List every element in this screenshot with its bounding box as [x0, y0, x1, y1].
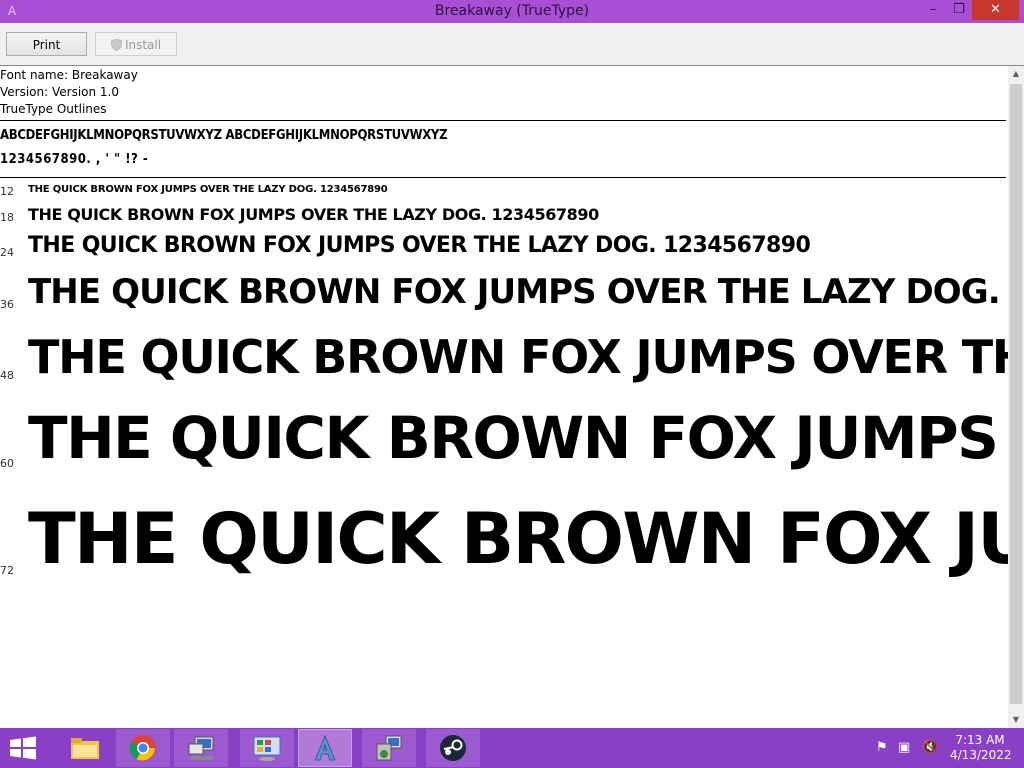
clock-time: 7:13 AM — [955, 733, 1005, 747]
action-center-flag-icon[interactable]: ⚑ — [876, 740, 888, 755]
uac-shield-icon — [110, 39, 122, 51]
close-button[interactable]: ✕ — [972, 0, 1019, 20]
scroll-up-icon[interactable]: ▲ — [1008, 66, 1024, 82]
title-bar: A Breakaway (TrueType) – ❐ ✕ — [0, 0, 1024, 23]
size-label: 24 — [0, 246, 14, 259]
size-label: 72 — [0, 564, 14, 577]
steam-icon[interactable] — [426, 729, 480, 767]
sample-line: THE QUICK BROWN FOX JUMPS OVER — [28, 404, 1008, 472]
volume-muted-icon[interactable]: 🔇 — [922, 740, 938, 755]
font-preview-area: Font name: Breakaway Version: Version 1.… — [0, 66, 1008, 728]
window-title: Breakaway (TrueType) — [434, 3, 590, 19]
charset-digits: 1234567890. , ' " !? - — [0, 152, 149, 167]
sample-line: THE QUICK BROWN FOX JUMPS OVER THE LAZY … — [28, 272, 1008, 312]
clock-date: 4/13/2022 — [950, 748, 1012, 762]
file-explorer-icon[interactable] — [58, 729, 112, 767]
font-name-line: Font name: Breakaway — [0, 68, 138, 82]
size-label: 60 — [0, 457, 14, 470]
charset-letters: ABCDEFGHIJKLMNOPQRSTUVWXYZ ABCDEFGHIJKLM… — [0, 128, 448, 143]
control-panel-icon[interactable] — [240, 729, 294, 767]
font-outline-line: TrueType Outlines — [0, 102, 107, 116]
sample-line: THE QUICK BROWN FOX JUMPS OVER THE LAZY … — [28, 233, 811, 258]
taskbar: ⚑ ▣ 🔇 7:13 AM 4/13/2022 — [0, 728, 1024, 768]
sample-line: THE QUICK BROWN FOX JUMPS OVER THE LAZY … — [28, 205, 599, 224]
sample-line: THE QUICK BROWN FOX JUMPS OVER THE LAZY … — [28, 184, 388, 195]
network-icon[interactable]: ▣ — [898, 740, 910, 755]
print-button[interactable]: Print — [6, 32, 87, 56]
size-label: 18 — [0, 211, 14, 224]
font-version-line: Version: Version 1.0 — [0, 85, 120, 99]
font-viewer-icon[interactable] — [298, 729, 352, 767]
sample-line: THE QUICK BROWN FOX JUMPS OVER THE LAZY — [28, 330, 1008, 384]
system-clock[interactable]: 7:13 AM 4/13/2022 — [950, 733, 1012, 763]
maximize-button[interactable]: ❐ — [946, 0, 972, 20]
vertical-scrollbar[interactable]: ▲ ▼ — [1008, 66, 1024, 728]
separator — [0, 120, 1006, 121]
setup-installer-icon[interactable] — [362, 729, 416, 767]
sample-line: THE QUICK BROWN FOX JUMPS — [28, 498, 1008, 580]
install-label: Install — [124, 38, 162, 52]
minimize-button[interactable]: – — [920, 0, 946, 20]
install-button[interactable]: Install — [95, 32, 177, 56]
size-label: 36 — [0, 298, 14, 311]
chrome-icon[interactable] — [116, 729, 170, 767]
start-icon[interactable] — [8, 736, 38, 760]
scroll-down-icon[interactable]: ▼ — [1008, 712, 1024, 728]
size-label: 12 — [0, 185, 14, 198]
toolbar: Print Install — [0, 23, 1024, 66]
network-computer-icon[interactable] — [174, 729, 228, 767]
size-label: 48 — [0, 369, 14, 382]
scrollbar-thumb[interactable] — [1010, 84, 1022, 704]
separator — [0, 177, 1006, 178]
